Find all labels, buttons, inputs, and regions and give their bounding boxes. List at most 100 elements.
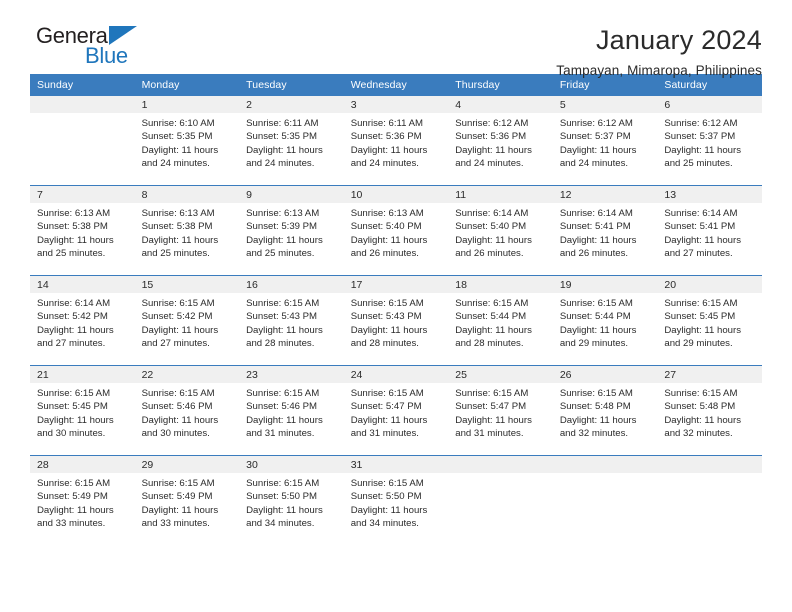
sunset-text: Sunset: 5:42 PM [37, 311, 108, 323]
day-details: Sunrise: 6:15 AM Sunset: 5:44 PM Dayligh… [553, 293, 658, 351]
day-details: Sunrise: 6:13 AM Sunset: 5:40 PM Dayligh… [344, 203, 449, 261]
sunset-text: Sunset: 5:38 PM [141, 221, 213, 233]
sunset-text: Sunset: 5:40 PM [350, 221, 422, 233]
day-cell[interactable]: 17 Sunrise: 6:15 AM Sunset: 5:43 PM Dayl… [343, 275, 449, 366]
day-cell[interactable]: 16 Sunrise: 6:15 AM Sunset: 5:43 PM Dayl… [239, 275, 344, 366]
day-cell[interactable]: 4 Sunrise: 6:12 AM Sunset: 5:36 PM Dayli… [448, 96, 553, 186]
calendar-page: General Blue January 2024 Tampayan, Mima… [0, 0, 792, 612]
sunset-text: Sunset: 5:46 PM [141, 401, 213, 413]
day-cell[interactable]: 5 Sunrise: 6:12 AM Sunset: 5:37 PM Dayli… [552, 96, 658, 186]
daylight-line2: and 32 minutes. [559, 428, 629, 440]
day-number: 8 [134, 186, 240, 203]
day-cell[interactable]: 20 Sunrise: 6:15 AM Sunset: 5:45 PM Dayl… [657, 275, 762, 366]
daylight-line1: Daylight: 11 hours [455, 324, 532, 336]
weekday-header-monday: Monday [134, 74, 240, 96]
sunset-text: Sunset: 5:44 PM [455, 311, 527, 323]
sunrise-text: Sunrise: 6:15 AM [37, 388, 111, 399]
daylight-line1: Daylight: 11 hours [37, 504, 114, 516]
day-details: Sunrise: 6:15 AM Sunset: 5:42 PM Dayligh… [135, 293, 240, 351]
daylight-line1: Daylight: 11 hours [664, 234, 741, 246]
day-details: Sunrise: 6:11 AM Sunset: 5:36 PM Dayligh… [344, 113, 449, 171]
daylight-line2: and 33 minutes. [37, 518, 106, 530]
day-cell[interactable]: 27 Sunrise: 6:15 AM Sunset: 5:48 PM Dayl… [657, 365, 762, 456]
day-cell[interactable]: 23 Sunrise: 6:15 AM Sunset: 5:46 PM Dayl… [239, 365, 344, 456]
day-cell[interactable]: 25 Sunrise: 6:15 AM Sunset: 5:47 PM Dayl… [448, 365, 553, 456]
sunset-text: Sunset: 5:38 PM [37, 221, 108, 233]
sunrise-text: Sunrise: 6:15 AM [350, 298, 424, 309]
day-cell[interactable]: 28 Sunrise: 6:15 AM Sunset: 5:49 PM Dayl… [30, 455, 135, 545]
sunset-text: Sunset: 5:36 PM [455, 131, 527, 143]
day-cell[interactable]: 1 Sunrise: 6:10 AM Sunset: 5:35 PM Dayli… [134, 96, 240, 186]
day-number: 4 [448, 96, 553, 113]
sunset-text: Sunset: 5:45 PM [37, 401, 108, 413]
day-cell[interactable]: 21 Sunrise: 6:15 AM Sunset: 5:45 PM Dayl… [30, 365, 135, 456]
sunrise-text: Sunrise: 6:12 AM [455, 118, 529, 129]
day-details: Sunrise: 6:10 AM Sunset: 5:35 PM Dayligh… [135, 113, 240, 171]
day-cell[interactable]: 31 Sunrise: 6:15 AM Sunset: 5:50 PM Dayl… [343, 455, 449, 545]
daylight-line1: Daylight: 11 hours [246, 234, 323, 246]
day-cell[interactable] [30, 96, 135, 186]
daylight-line1: Daylight: 11 hours [455, 234, 532, 246]
day-cell[interactable]: 29 Sunrise: 6:15 AM Sunset: 5:49 PM Dayl… [134, 455, 240, 545]
daylight-line1: Daylight: 11 hours [246, 324, 323, 336]
day-cell[interactable]: 19 Sunrise: 6:15 AM Sunset: 5:44 PM Dayl… [552, 275, 658, 366]
day-cell[interactable]: 24 Sunrise: 6:15 AM Sunset: 5:47 PM Dayl… [343, 365, 449, 456]
daylight-line2: and 24 minutes. [141, 158, 210, 170]
daylight-line1: Daylight: 11 hours [37, 414, 114, 426]
daylight-line2: and 24 minutes. [246, 158, 315, 170]
day-details: Sunrise: 6:13 AM Sunset: 5:38 PM Dayligh… [135, 203, 240, 261]
day-details: Sunrise: 6:12 AM Sunset: 5:37 PM Dayligh… [657, 113, 762, 171]
day-number: 24 [343, 366, 449, 383]
sunset-text: Sunset: 5:35 PM [141, 131, 213, 143]
day-details: Sunrise: 6:14 AM Sunset: 5:42 PM Dayligh… [30, 293, 135, 351]
day-cell[interactable] [552, 455, 658, 545]
day-cell[interactable] [448, 455, 553, 545]
day-cell[interactable]: 12 Sunrise: 6:14 AM Sunset: 5:41 PM Dayl… [552, 185, 658, 276]
sunset-text: Sunset: 5:37 PM [559, 131, 631, 143]
logo-text-blue: Blue [85, 43, 128, 68]
daylight-line2: and 26 minutes. [455, 248, 524, 260]
day-cell[interactable]: 10 Sunrise: 6:13 AM Sunset: 5:40 PM Dayl… [343, 185, 449, 276]
day-cell[interactable]: 8 Sunrise: 6:13 AM Sunset: 5:38 PM Dayli… [134, 185, 240, 276]
day-cell[interactable]: 22 Sunrise: 6:15 AM Sunset: 5:46 PM Dayl… [134, 365, 240, 456]
day-details [30, 113, 135, 117]
weekday-header-wednesday: Wednesday [343, 74, 449, 96]
sunrise-text: Sunrise: 6:15 AM [559, 388, 633, 399]
day-number: 21 [30, 366, 135, 383]
week-row: 28 Sunrise: 6:15 AM Sunset: 5:49 PM Dayl… [30, 455, 762, 545]
day-cell[interactable]: 2 Sunrise: 6:11 AM Sunset: 5:35 PM Dayli… [239, 96, 344, 186]
day-cell[interactable]: 18 Sunrise: 6:15 AM Sunset: 5:44 PM Dayl… [448, 275, 553, 366]
sunset-text: Sunset: 5:40 PM [455, 221, 527, 233]
day-cell[interactable]: 11 Sunrise: 6:14 AM Sunset: 5:40 PM Dayl… [448, 185, 553, 276]
day-cell[interactable] [657, 455, 762, 545]
day-details: Sunrise: 6:15 AM Sunset: 5:44 PM Dayligh… [448, 293, 553, 351]
day-cell[interactable]: 30 Sunrise: 6:15 AM Sunset: 5:50 PM Dayl… [239, 455, 344, 545]
sunrise-text: Sunrise: 6:15 AM [455, 298, 529, 309]
week-row: 14 Sunrise: 6:14 AM Sunset: 5:42 PM Dayl… [30, 275, 762, 366]
day-details: Sunrise: 6:15 AM Sunset: 5:43 PM Dayligh… [344, 293, 449, 351]
day-number: 11 [448, 186, 553, 203]
daylight-line1: Daylight: 11 hours [559, 144, 637, 156]
day-number: 2 [239, 96, 344, 113]
day-cell[interactable]: 3 Sunrise: 6:11 AM Sunset: 5:36 PM Dayli… [343, 96, 449, 186]
daylight-line2: and 31 minutes. [350, 428, 419, 440]
sunset-text: Sunset: 5:39 PM [246, 221, 318, 233]
day-cell[interactable]: 15 Sunrise: 6:15 AM Sunset: 5:42 PM Dayl… [134, 275, 240, 366]
daylight-line1: Daylight: 11 hours [350, 234, 428, 246]
sunrise-text: Sunrise: 6:10 AM [141, 118, 215, 129]
daylight-line2: and 26 minutes. [350, 248, 419, 260]
calendar-grid: Sunday Monday Tuesday Wednesday Thursday… [30, 74, 762, 545]
day-number: 22 [134, 366, 240, 383]
day-cell[interactable]: 6 Sunrise: 6:12 AM Sunset: 5:37 PM Dayli… [657, 96, 762, 186]
day-cell[interactable]: 26 Sunrise: 6:15 AM Sunset: 5:48 PM Dayl… [552, 365, 658, 456]
day-cell[interactable]: 7 Sunrise: 6:13 AM Sunset: 5:38 PM Dayli… [30, 185, 135, 276]
day-cell[interactable]: 9 Sunrise: 6:13 AM Sunset: 5:39 PM Dayli… [239, 185, 344, 276]
sunset-text: Sunset: 5:49 PM [37, 491, 108, 503]
day-details: Sunrise: 6:11 AM Sunset: 5:35 PM Dayligh… [239, 113, 344, 171]
daylight-line1: Daylight: 11 hours [350, 144, 428, 156]
daylight-line2: and 33 minutes. [141, 518, 210, 530]
daylight-line2: and 27 minutes. [664, 248, 733, 260]
day-cell[interactable]: 14 Sunrise: 6:14 AM Sunset: 5:42 PM Dayl… [30, 275, 135, 366]
day-cell[interactable]: 13 Sunrise: 6:14 AM Sunset: 5:41 PM Dayl… [657, 185, 762, 276]
day-number: 13 [657, 186, 762, 203]
